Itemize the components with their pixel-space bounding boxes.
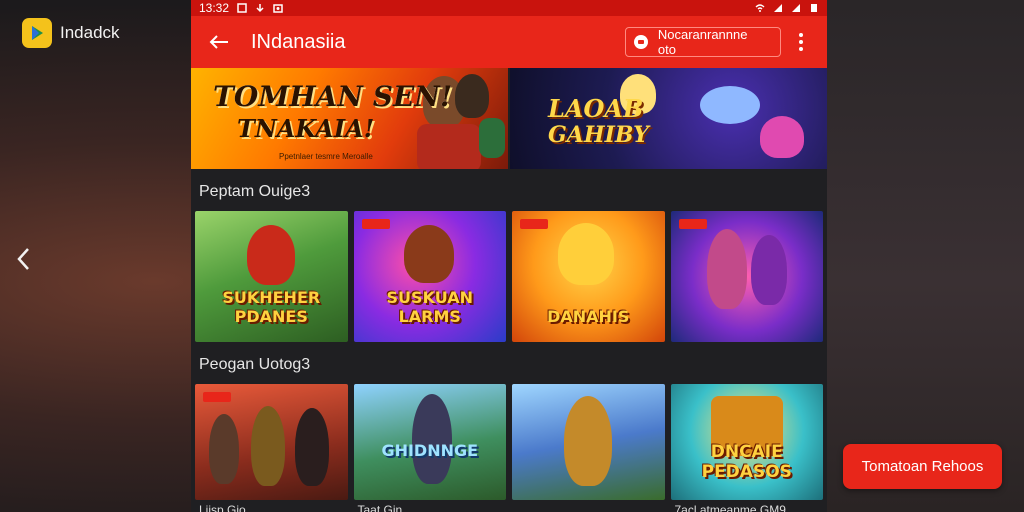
game-card[interactable] [195, 384, 348, 500]
status-bar: 13:32 [191, 0, 827, 16]
notification-icon [237, 3, 247, 13]
game-card-title: DNCAIE PEDASOS [701, 442, 792, 482]
banner-promo-2[interactable]: LAOAB GAHIBY [510, 68, 827, 169]
more-options-icon[interactable] [789, 27, 813, 57]
game-card-title: SUSKUAN LARMS [386, 288, 473, 326]
banner-2-title: LAOAB [548, 94, 644, 123]
game-card-title: SUKHEHER PDANES [222, 288, 321, 326]
game-card-caption: Taat Gin [357, 503, 403, 512]
banner-2-subtitle: GAHIBY [548, 122, 649, 148]
game-captions-row: Liisp Gio Taat Gin 7acl atmeanme GM9 [191, 500, 827, 512]
game-card-caption [512, 500, 665, 512]
signal-icon-2 [792, 4, 800, 12]
floating-action-button[interactable]: Tomatoan Rehoos [843, 444, 1002, 489]
game-card[interactable]: DANAHIS [512, 211, 665, 342]
game-card[interactable]: SUKHEHER PDANES [195, 211, 348, 342]
game-grid-2: GHIDNNGE DNCAIE PEDASOS [191, 378, 827, 500]
appbar-action-button[interactable]: Nocaranrannne oto [625, 27, 781, 57]
camera-icon [273, 4, 283, 13]
app-bar: INdanasiia Nocaranrannne oto [191, 16, 827, 68]
user-icon [634, 35, 648, 49]
banner-carousel: TOMHAN SEN! TNAKAIA! Ppetnlaer tesmre Me… [191, 68, 827, 169]
badge-tag [203, 392, 231, 402]
chevron-left-icon[interactable] [12, 244, 34, 274]
game-card[interactable]: SUSKUAN LARMS [353, 211, 506, 342]
desktop-app-chip[interactable]: Indadck [22, 18, 120, 48]
game-card[interactable] [670, 211, 823, 342]
game-card[interactable] [512, 384, 665, 500]
back-arrow-icon[interactable] [205, 28, 233, 56]
game-card[interactable]: DNCAIE PEDASOS [670, 384, 823, 500]
game-card[interactable]: GHIDNNGE [353, 384, 506, 500]
banner-1-title: TOMHAN SEN! [213, 80, 453, 113]
banner-1-subtitle: TNAKAIA! [237, 114, 375, 143]
badge-tag [361, 219, 390, 229]
game-card-title: DANAHIS [547, 307, 630, 326]
badge-tag [520, 219, 548, 229]
game-grid-1: SUKHEHER PDANES SUSKUAN LARMS DANAHIS [191, 205, 827, 342]
banner-promo-1[interactable]: TOMHAN SEN! TNAKAIA! Ppetnlaer tesmre Me… [191, 68, 508, 169]
app-name: Indadck [60, 23, 120, 42]
phone-screen: 13:32 INdanasiia Nocaranrannne oto TOMHA… [191, 0, 827, 512]
download-icon [256, 4, 264, 13]
page-title: INdanasiia [251, 30, 346, 53]
status-time: 13:32 [199, 1, 230, 15]
game-card-title: GHIDNNGE [381, 441, 479, 460]
game-card-caption: Liisp Gio [199, 503, 246, 512]
section-1-title: Peptam Ouige3 [199, 183, 311, 200]
section-2-title: Peogan Uotog3 [199, 356, 311, 373]
banner-1-caption: Ppetnlaer tesmre Meroalle [279, 152, 373, 161]
wifi-icon [755, 4, 765, 12]
background-right-panel [826, 0, 1024, 512]
game-card-caption: 7acl atmeanme GM9 [674, 503, 786, 512]
signal-icon [774, 4, 782, 12]
badge-tag [678, 219, 707, 229]
appbar-action-label: Nocaranrannne oto [657, 27, 748, 57]
battery-icon [811, 4, 817, 12]
app-logo-icon [22, 18, 52, 48]
